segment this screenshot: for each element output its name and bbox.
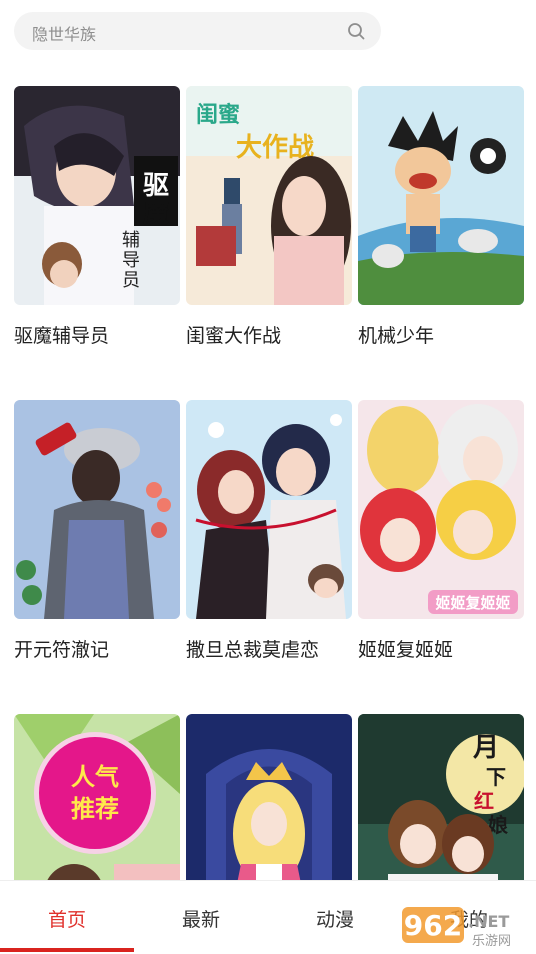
popular-badge: 人气推荐 xyxy=(34,732,156,854)
svg-text:员: 员 xyxy=(122,270,140,291)
comic-title[interactable]: 姬姬复姬姬 xyxy=(358,635,524,662)
comic-card[interactable]: 开元符澈记 xyxy=(14,400,180,662)
comic-cover[interactable]: 姬姬复姬姬 xyxy=(358,400,524,619)
watermark-logo: 962 .NET 乐游网 xyxy=(402,907,511,949)
svg-text:辅: 辅 xyxy=(122,230,140,251)
svg-text:导: 导 xyxy=(122,250,140,271)
comic-cover[interactable] xyxy=(358,86,524,305)
comic-card[interactable]: 机械少年 xyxy=(358,86,524,348)
tab-anime[interactable]: 动漫 xyxy=(268,905,402,932)
comic-cover[interactable] xyxy=(14,400,180,619)
comic-card[interactable]: 驱 魔 辅 导 员 驱魔辅导员 xyxy=(14,86,180,348)
active-tab-indicator xyxy=(0,948,134,952)
bottom-tab-bar: 首页 最新 动漫 我的 962 .NET 乐游网 xyxy=(0,880,536,954)
comic-card[interactable]: 撒旦总裁莫虐恋 xyxy=(186,400,352,662)
comic-cover[interactable] xyxy=(186,400,352,619)
comic-cover[interactable]: 驱 魔 辅 导 员 xyxy=(14,86,180,305)
search-placeholder: 隐世华族 xyxy=(32,25,97,44)
svg-text:962: 962 xyxy=(404,909,462,942)
svg-text:乐游网: 乐游网 xyxy=(472,934,511,949)
tab-latest[interactable]: 最新 xyxy=(134,905,268,932)
svg-text:月: 月 xyxy=(472,733,499,763)
svg-text:驱: 驱 xyxy=(143,171,169,201)
comic-title[interactable]: 机械少年 xyxy=(358,321,524,348)
comic-card[interactable]: 闺蜜 大作战 闺蜜大作战 xyxy=(186,86,352,348)
comic-title[interactable]: 开元符澈记 xyxy=(14,635,180,662)
svg-text:下: 下 xyxy=(486,765,506,789)
comic-title[interactable]: 驱魔辅导员 xyxy=(14,321,180,348)
search-icon[interactable] xyxy=(347,22,365,40)
svg-text:姬姬复姬姬: 姬姬复姬姬 xyxy=(435,594,510,612)
svg-text:魔: 魔 xyxy=(143,199,169,229)
tab-home[interactable]: 首页 xyxy=(0,905,134,932)
search-bar[interactable]: 隐世华族 xyxy=(14,12,381,50)
comic-title[interactable]: 闺蜜大作战 xyxy=(186,321,352,348)
svg-text:.NET: .NET xyxy=(468,912,509,931)
comic-cover[interactable]: 闺蜜 大作战 xyxy=(186,86,352,305)
comic-card[interactable]: 姬姬复姬姬 姬姬复姬姬 xyxy=(358,400,524,662)
comic-title[interactable]: 撒旦总裁莫虐恋 xyxy=(186,635,352,662)
svg-text:红: 红 xyxy=(474,789,494,813)
svg-text:闺蜜: 闺蜜 xyxy=(196,102,240,128)
